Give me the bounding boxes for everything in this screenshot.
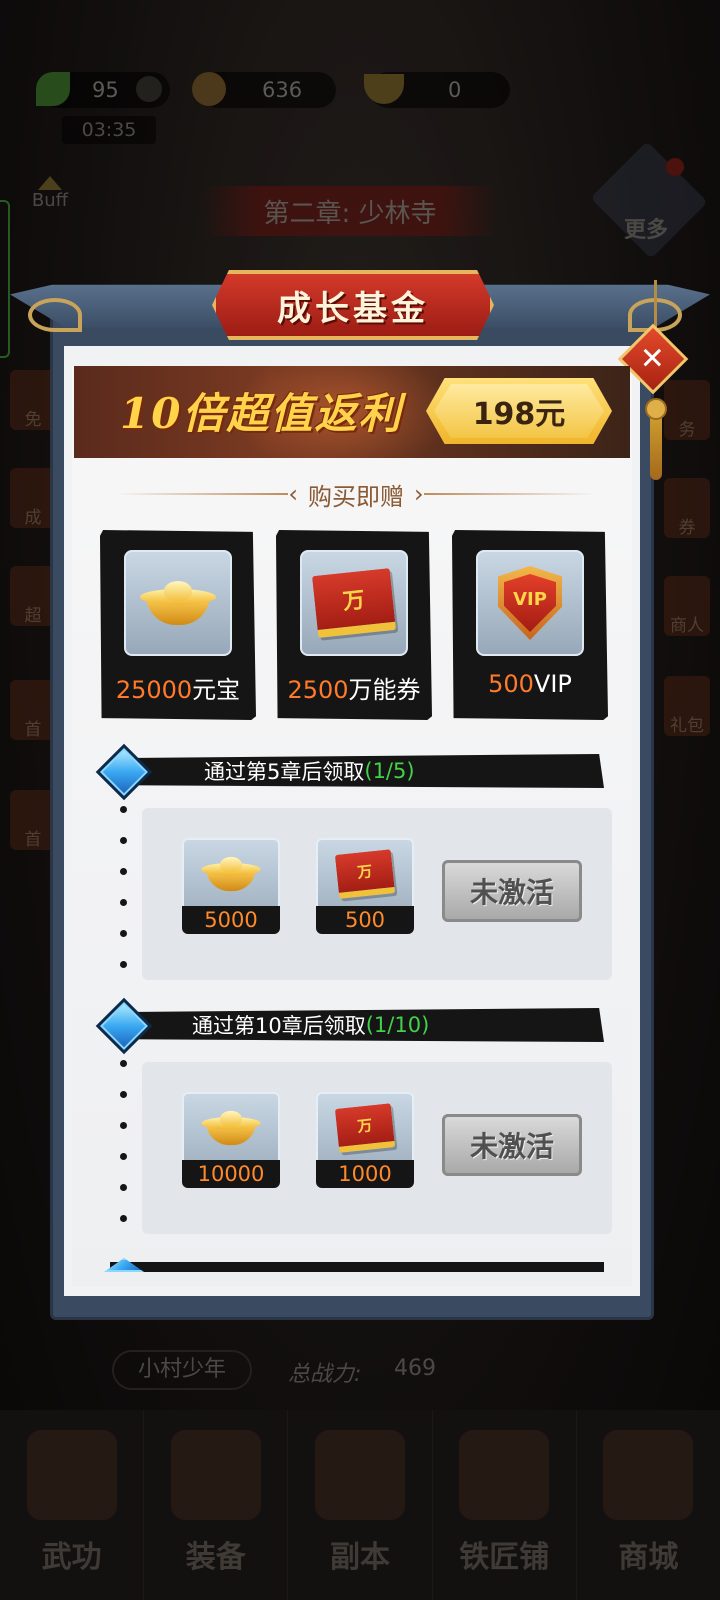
gift-heading: ‹ 购买即赠 › bbox=[116, 478, 596, 511]
reward-ingots: 5000 bbox=[182, 838, 280, 934]
vip-shield-icon: VIP bbox=[498, 566, 562, 640]
reward-count: 10000 bbox=[182, 1160, 280, 1188]
gold-ingot-icon bbox=[140, 581, 216, 625]
chevron-right-icon: › bbox=[414, 480, 424, 508]
gift-card-vip: VIP 500VIP bbox=[452, 530, 608, 720]
reward-count: 5000 bbox=[182, 906, 280, 934]
tier-progress: (1/10) bbox=[365, 1013, 430, 1037]
gift-unit: 元宝 bbox=[192, 676, 241, 704]
vip-glyph: VIP bbox=[504, 574, 556, 632]
timeline-dot bbox=[120, 961, 127, 968]
gift-heading-label: 购买即赠 bbox=[308, 482, 404, 511]
tier-header: 通过第10章后领取 (1/10) bbox=[118, 1008, 604, 1042]
tier-panel: 5000 万 500 未激活 bbox=[142, 808, 612, 980]
timeline-dot bbox=[120, 1091, 127, 1098]
reward-vouchers: 万 500 bbox=[316, 838, 414, 934]
divider-right bbox=[423, 493, 596, 495]
gift-card-ingots: 25000元宝 bbox=[100, 530, 256, 720]
timeline-dot bbox=[120, 1122, 127, 1129]
tier-label: 通过第5章后领取 bbox=[204, 760, 365, 784]
promo-banner: 10倍超值返利 198元 bbox=[74, 366, 630, 458]
timeline-dot bbox=[120, 1153, 127, 1160]
inactive-claim-button[interactable]: 未激活 bbox=[442, 860, 582, 922]
chevron-left-icon: ‹ bbox=[288, 480, 298, 508]
reward-vouchers: 万 1000 bbox=[316, 1092, 414, 1188]
timeline-dot bbox=[120, 806, 127, 813]
timeline-dot bbox=[120, 837, 127, 844]
gift-tile: 万 bbox=[300, 550, 408, 656]
tier-header: 通过第5章后领取 (1/5) bbox=[118, 754, 604, 788]
tassel-knot bbox=[645, 398, 667, 420]
next-tier-peek bbox=[110, 1262, 604, 1272]
gift-amount: 2500 bbox=[287, 676, 349, 704]
price-label: 198元 bbox=[434, 384, 604, 438]
timeline-dot bbox=[120, 930, 127, 937]
timeline-dot bbox=[120, 1060, 127, 1067]
close-icon: ✕ bbox=[640, 341, 666, 377]
roof-ornament-left bbox=[28, 298, 82, 332]
reward-count: 500 bbox=[316, 906, 414, 934]
voucher-icon: 万 bbox=[334, 1103, 396, 1153]
gift-tile bbox=[124, 550, 232, 656]
voucher-icon: 万 bbox=[334, 849, 396, 899]
gold-ingot-icon bbox=[201, 1110, 261, 1146]
tier-label: 通过第10章后领取 bbox=[192, 1014, 366, 1038]
gift-card-vouchers: 万 2500万能券 bbox=[276, 530, 432, 720]
tier-progress: (1/5) bbox=[364, 759, 415, 783]
timeline-dot bbox=[120, 1215, 127, 1222]
gift-label: 2500万能券 bbox=[276, 670, 432, 705]
gift-amount: 25000 bbox=[115, 676, 193, 704]
divider-left bbox=[116, 493, 289, 495]
timeline-dot bbox=[120, 899, 127, 906]
gift-label: 25000元宝 bbox=[100, 670, 256, 705]
promo-text: 10倍超值返利 bbox=[120, 389, 403, 438]
gift-unit: 万能券 bbox=[348, 676, 421, 704]
gift-unit: VIP bbox=[533, 670, 572, 698]
voucher-icon: 万 bbox=[311, 568, 397, 638]
reward-count: 1000 bbox=[316, 1160, 414, 1188]
buy-price-button[interactable]: 198元 bbox=[426, 378, 612, 444]
gift-tile: VIP bbox=[476, 550, 584, 656]
timeline-dot bbox=[120, 1184, 127, 1191]
gold-ingot-icon bbox=[201, 856, 261, 892]
timeline-dot bbox=[120, 868, 127, 875]
gift-label: 500VIP bbox=[452, 670, 608, 698]
tier-panel: 10000 万 1000 未激活 bbox=[142, 1062, 612, 1234]
reward-ingots: 10000 bbox=[182, 1092, 280, 1188]
modal-title: 成长基金 bbox=[212, 270, 494, 340]
game-screen: 95 03:35 636 0 Buff 第二章: 少林寺 更多 免 成 超 首 … bbox=[0, 0, 720, 1600]
inactive-claim-button[interactable]: 未激活 bbox=[442, 1114, 582, 1176]
gift-amount: 500 bbox=[488, 670, 534, 698]
